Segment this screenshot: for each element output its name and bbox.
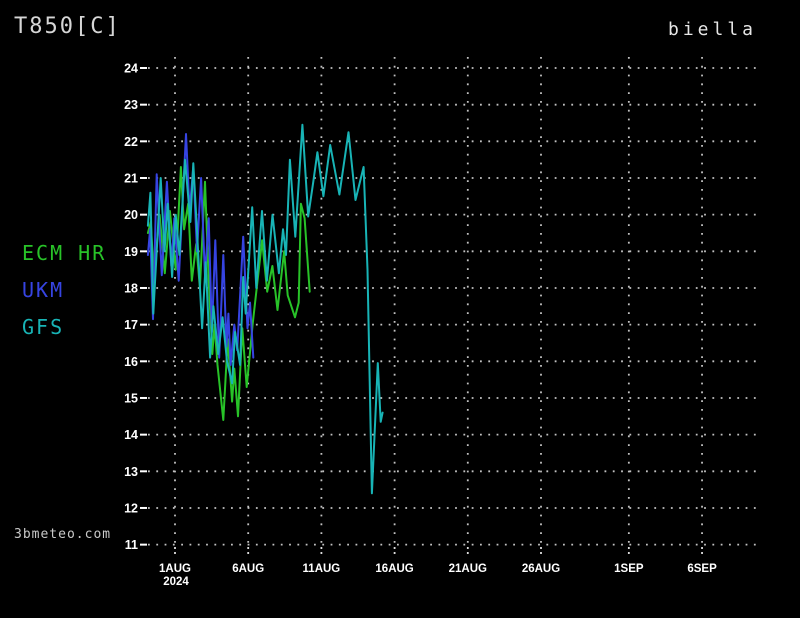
x-tick-label: 11AUG bbox=[303, 563, 341, 575]
y-tick-label: 12 bbox=[124, 501, 138, 515]
y-tick-label: 20 bbox=[124, 208, 138, 222]
y-tick-label: 14 bbox=[124, 428, 138, 442]
y-tick-label: 19 bbox=[124, 245, 138, 259]
series-line-gfs bbox=[146, 123, 384, 495]
chart-canvas: 24 23 22 21 20 19 18 17 16 15 14 13 12 11 1AUG2024 6AUG… bbox=[124, 57, 762, 588]
meteogram-screen: T850[C] biella ECM HR UKM GFS 3bmeteo.co… bbox=[0, 0, 800, 618]
y-tick-label: 22 bbox=[124, 135, 138, 149]
x-tick-label: 26AUG bbox=[522, 563, 560, 575]
x-tick-label: 1AUG bbox=[159, 563, 191, 575]
y-tick-label: 24 bbox=[124, 62, 138, 76]
x-tick-label: 6SEP bbox=[687, 563, 717, 575]
y-tick-label: 17 bbox=[124, 318, 138, 332]
y-tick-label: 21 bbox=[124, 171, 138, 185]
y-tick-label: 23 bbox=[124, 98, 138, 112]
x-tick-label: 21AUG bbox=[449, 563, 487, 575]
y-tick-label: 15 bbox=[124, 391, 138, 405]
y-tick-label: 13 bbox=[124, 465, 138, 479]
y-tick-label: 16 bbox=[124, 355, 138, 369]
series-line-ecm-hr bbox=[146, 166, 311, 421]
y-tick-label: 18 bbox=[124, 281, 138, 295]
x-tick-label: 6AUG bbox=[232, 563, 264, 575]
x-tick-sublabel: 2024 bbox=[163, 576, 189, 588]
y-tick-label: 11 bbox=[125, 538, 138, 552]
x-tick-label: 1SEP bbox=[614, 563, 644, 575]
x-tick-label: 16AUG bbox=[375, 563, 413, 575]
